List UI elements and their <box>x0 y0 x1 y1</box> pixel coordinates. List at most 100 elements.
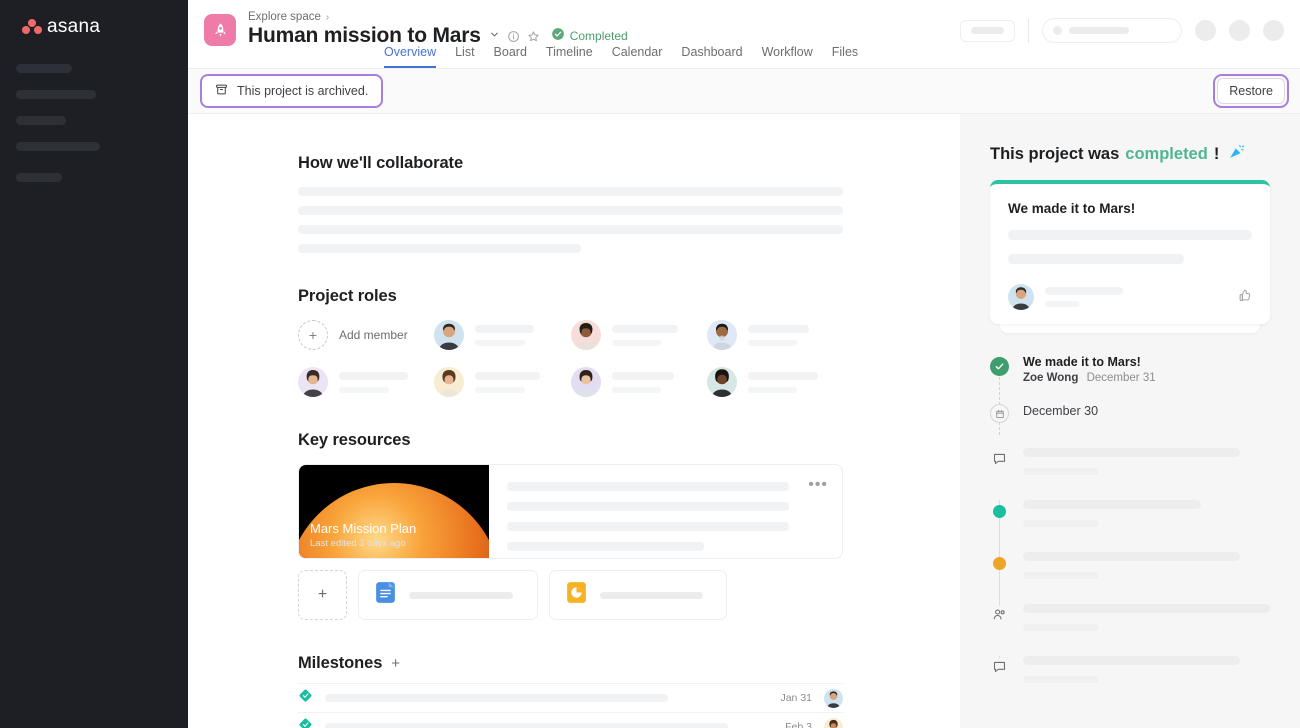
restore-button[interactable]: Restore <box>1217 78 1285 104</box>
feed-item[interactable] <box>990 656 1270 708</box>
avatar <box>434 320 465 350</box>
panel-title-highlight: completed <box>1125 144 1208 163</box>
panel-title-suffix: ! <box>1213 144 1220 163</box>
header-actions <box>960 18 1284 43</box>
milestone-row[interactable]: Jan 31 <box>298 683 843 712</box>
project-rocket-icon <box>204 14 236 46</box>
activity-feed: We made it to Mars! Zoe Wong December 31 <box>990 355 1270 708</box>
text-placeholder <box>298 187 843 196</box>
sidebar-item-placeholder[interactable] <box>16 116 66 125</box>
search-input[interactable] <box>1042 18 1182 43</box>
text-placeholder <box>298 225 843 234</box>
status-badge[interactable]: Completed <box>551 27 628 46</box>
panel-title: This project was completed! <box>990 142 1270 166</box>
resource-chip-doc[interactable] <box>358 570 538 620</box>
section-key-resources: Key resources Mars Mission Plan Last edi… <box>298 431 843 620</box>
avatar[interactable] <box>824 717 843 728</box>
role-text-placeholder <box>747 371 843 393</box>
text-placeholder <box>507 542 704 551</box>
tab-calendar[interactable]: Calendar <box>612 45 663 68</box>
asana-logo[interactable]: asana <box>22 16 172 38</box>
check-circle-icon <box>990 357 1009 376</box>
sidebar-item-placeholder[interactable] <box>16 64 72 73</box>
role-member[interactable] <box>434 367 570 397</box>
milestone-row[interactable]: Feb 3 <box>298 712 843 728</box>
role-member[interactable] <box>570 320 707 350</box>
role-text-placeholder <box>611 324 707 346</box>
feed-item-text-placeholder <box>1023 500 1201 509</box>
add-resource-button[interactable]: + <box>298 570 347 620</box>
sidebar-item-placeholder[interactable] <box>16 173 62 182</box>
feed-marker <box>990 552 1009 604</box>
thumbs-up-icon[interactable] <box>1237 288 1252 308</box>
header-button-placeholder[interactable] <box>960 19 1015 42</box>
avatar <box>706 320 737 350</box>
role-text-placeholder <box>475 371 570 393</box>
tab-overview[interactable]: Overview <box>384 45 437 68</box>
comment-icon <box>991 450 1008 500</box>
role-member[interactable] <box>298 367 434 397</box>
avatar <box>298 367 328 397</box>
feed-item[interactable]: We made it to Mars! Zoe Wong December 31 <box>990 355 1270 402</box>
sidebar-item-placeholder[interactable] <box>16 142 100 151</box>
people-icon <box>991 606 1008 656</box>
plus-icon: + <box>317 586 328 603</box>
tab-workflow[interactable]: Workflow <box>762 45 813 68</box>
role-member[interactable] <box>706 320 843 350</box>
section-heading: Milestones <box>298 654 383 672</box>
google-slides-icon <box>564 580 589 610</box>
status-update-card-stack <box>1000 324 1260 333</box>
feed-marker <box>990 604 1009 656</box>
star-outline-icon[interactable] <box>527 30 540 43</box>
feed-item-date: December 30 <box>1023 404 1099 418</box>
feed-item-meta-placeholder <box>1023 572 1099 579</box>
feed-item[interactable] <box>990 552 1270 604</box>
resource-subtitle: Last edited 3 days ago <box>310 538 406 549</box>
text-placeholder <box>1008 230 1252 240</box>
feed-item[interactable] <box>990 604 1270 656</box>
breadcrumb-space[interactable]: Explore space <box>248 11 321 23</box>
status-update-author-placeholder <box>1045 287 1123 307</box>
tab-files[interactable]: Files <box>832 45 858 68</box>
feed-marker <box>990 656 1009 708</box>
resource-chip-list: + <box>298 570 843 620</box>
feed-item-author: Zoe Wong <box>1023 372 1079 384</box>
avatar[interactable] <box>1263 20 1284 41</box>
feed-marker <box>990 402 1009 448</box>
resource-chip-slides[interactable] <box>549 570 727 620</box>
status-badge-label: Completed <box>569 29 628 43</box>
add-member-button[interactable]: + Add member <box>298 320 434 350</box>
tab-list[interactable]: List <box>455 45 474 68</box>
tab-board[interactable]: Board <box>494 45 527 68</box>
more-horizontal-icon[interactable]: ••• <box>808 476 828 494</box>
role-member[interactable] <box>434 320 570 350</box>
info-circle-icon[interactable] <box>507 30 520 43</box>
status-update-card[interactable]: We made it to Mars! <box>990 180 1270 324</box>
role-text-placeholder <box>747 324 843 346</box>
breadcrumb[interactable]: Explore space › <box>248 11 628 23</box>
text-placeholder <box>1008 254 1184 264</box>
feed-item[interactable]: December 30 <box>990 402 1270 448</box>
add-member-label: Add member <box>339 328 408 342</box>
role-member[interactable] <box>570 367 707 397</box>
role-text-placeholder <box>339 371 434 393</box>
archived-banner-text: This project is archived. <box>237 84 369 98</box>
status-dot-icon <box>993 557 1006 570</box>
avatar[interactable] <box>824 688 843 708</box>
avatar <box>434 367 465 397</box>
header-divider <box>1028 18 1029 43</box>
left-sidebar: asana <box>0 0 188 728</box>
sidebar-item-placeholder[interactable] <box>16 90 96 99</box>
resource-card-featured[interactable]: Mars Mission Plan Last edited 3 days ago… <box>298 464 843 559</box>
role-text-placeholder <box>475 324 570 346</box>
chevron-down-icon[interactable] <box>489 29 500 43</box>
tab-dashboard[interactable]: Dashboard <box>681 45 742 68</box>
tab-timeline[interactable]: Timeline <box>546 45 593 68</box>
header-icon-placeholder[interactable] <box>1229 20 1250 41</box>
add-milestone-button[interactable]: + <box>391 655 400 672</box>
role-member[interactable] <box>706 367 843 397</box>
header-icon-placeholder[interactable] <box>1195 20 1216 41</box>
feed-item[interactable] <box>990 500 1270 552</box>
resource-chip-label-placeholder <box>409 591 513 599</box>
feed-item[interactable] <box>990 448 1270 500</box>
